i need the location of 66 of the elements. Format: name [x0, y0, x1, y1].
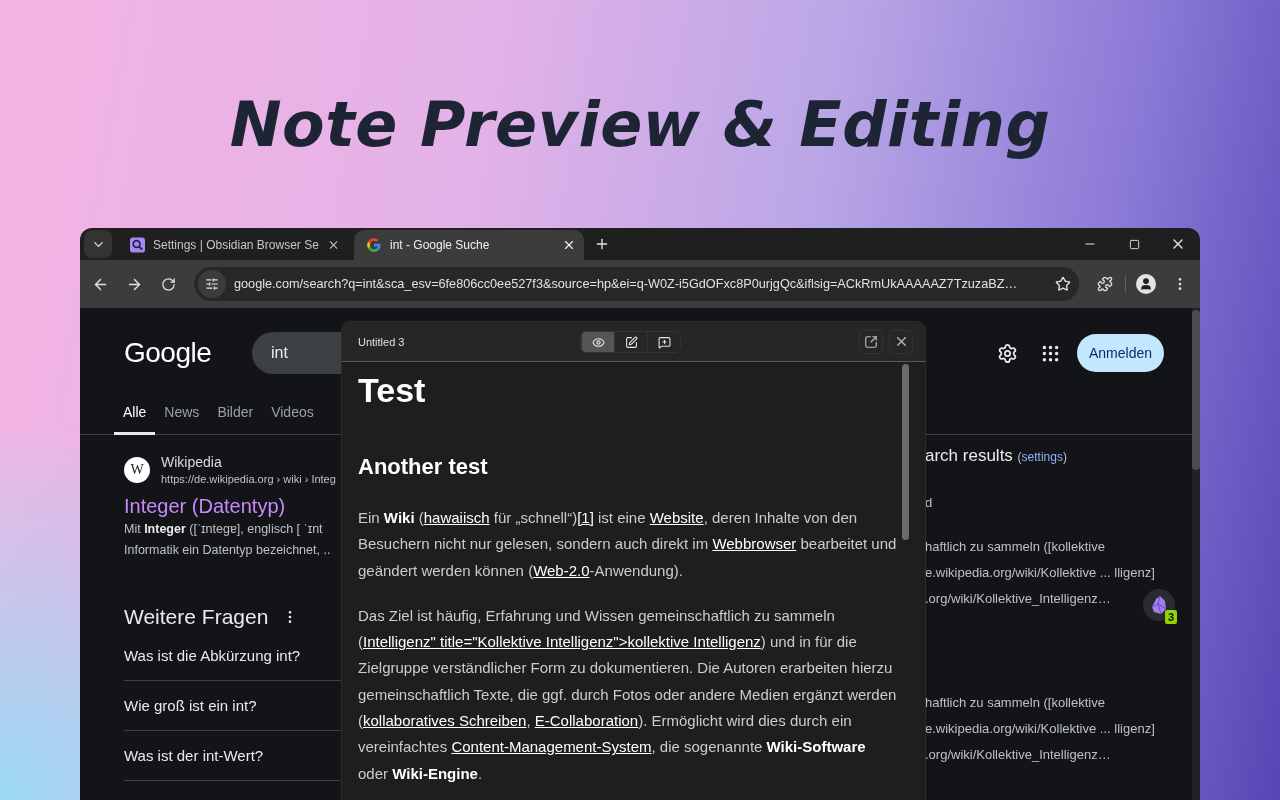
result-text: d — [925, 494, 933, 512]
sliders-icon — [205, 277, 219, 291]
scrollbar[interactable] — [1192, 308, 1200, 800]
result-text: haftlich zu sammeln ([kollektive — [925, 538, 1105, 556]
section-title: Weitere Fragen — [124, 604, 269, 630]
magnifier-favicon-icon — [130, 237, 145, 253]
count-badge: 3 — [1165, 610, 1178, 624]
result-title-link[interactable]: Integer (Datentyp) — [124, 493, 286, 519]
link[interactable]: kollaboratives Schreiben — [363, 712, 527, 730]
tab-search-button[interactable] — [84, 230, 112, 258]
sign-in-button[interactable]: Anmelden — [1076, 334, 1164, 372]
search-tab[interactable]: Videos — [262, 400, 323, 435]
crystal-icon — [1151, 595, 1167, 615]
close-button[interactable] — [889, 329, 913, 354]
result-url: https://de.wikipedia.org › wiki › Integ — [161, 472, 336, 487]
wikipedia-favicon-icon: W — [124, 457, 150, 483]
puzzle-icon — [1097, 276, 1113, 292]
floating-extension-button[interactable] — [1143, 589, 1175, 621]
browser-tab[interactable]: int - Google Suche — [354, 230, 584, 260]
headline: Note Preview & Editing — [228, 86, 1052, 163]
plus-icon — [594, 236, 610, 252]
search-tab[interactable]: Bilder — [208, 400, 263, 435]
paragraph: Ein Wiki (hawaiisch für „schnell“)[1] ist eine Website, deren Inhalte von den Besuchern nicht nur gelesen, sondern auch direkt im Webbrowser bearbeitet und geändert werden können (Web-2.0-Anwendung). — [358, 508, 898, 581]
settings-icon[interactable] — [996, 342, 1018, 364]
link[interactable]: [1] — [577, 509, 594, 526]
result-text: .org/wiki/Kollektive_Intelligenz… — [925, 590, 1111, 608]
note-title: Untitled 3 — [358, 335, 405, 348]
open-external-button[interactable] — [859, 329, 883, 354]
result-snippet: Informatik ein Datentyp bezeichnet, .. — [124, 542, 331, 559]
parenthesis: ( — [1017, 450, 1022, 464]
address-bar[interactable]: google.com/search?q=int&sca_esv=6fe806cc0ee527f3&source=hp&ei=q-W0Z-i5GdOFxc8P0urjgQc&iflsig=ACkRmUkAAAAAZ7TzuzaBZ… — [194, 267, 1079, 301]
paragraph: Das Ziel ist häufig, Erfahrung und Wissen gemeinschaftlich zu sammeln (Intelligenz" title="Kollektive Intelligenz">kollektive Intelligenz) und in für die Zielgruppe verständlicher Form zu dokumentieren. Die Autoren erarbeiten hierzu gemeinschaftlich Texte, die ggf. durch Fotos oder andere Medien ergänzt werden (kollaboratives Schreiben, E-Collaboration). Ermöglicht wird dies durch ein vereinfachtes Content-Management-System, die sogenannte Wiki-Software oder Wiki-Engine. — [358, 605, 898, 784]
browser-tab[interactable]: Settings | Obsidian Browser Se — [118, 230, 348, 260]
result-snippet: Mit Integer ([ˈɪntegɐ], englisch [ ˈɪnt — [124, 521, 323, 538]
result-text: e.wikipedia.org/wiki/Kollektive ... lligenz] — [925, 720, 1155, 738]
site-info-button[interactable] — [198, 270, 226, 298]
reload-icon — [160, 276, 176, 292]
link[interactable]: Intelligenz" title="Kollektive Intelligenz">kollektive Intelligenz — [363, 633, 761, 651]
google-favicon-icon — [366, 237, 382, 253]
link[interactable]: Content-Management-System — [451, 738, 652, 756]
link[interactable]: Web-2.0 — [533, 561, 590, 579]
link[interactable]: Website — [649, 509, 704, 526]
maximize-icon — [1128, 238, 1140, 250]
search-tab[interactable]: Alle — [114, 400, 156, 435]
mode-button[interactable] — [581, 332, 614, 352]
pencil-square-icon — [624, 335, 638, 349]
profile-avatar-icon — [1136, 274, 1156, 294]
result-text: haftlich zu sammeln ([kollektive — [925, 694, 1105, 712]
external-link-icon — [864, 334, 878, 349]
google-logo: Google — [124, 337, 213, 369]
note-heading: Test — [358, 370, 427, 411]
note-subheading: Another test — [358, 453, 489, 481]
comment-plus-icon — [657, 335, 671, 349]
result-site: Wikipedia — [161, 453, 223, 471]
result-text: .org/wiki/Kollektive_Intelligenz… — [925, 746, 1111, 764]
mode-button[interactable] — [647, 332, 680, 352]
eye-icon — [591, 335, 605, 349]
search-tab[interactable]: News — [155, 400, 209, 435]
close-icon[interactable] — [562, 238, 576, 252]
bookmark-star-icon[interactable] — [1055, 276, 1071, 292]
result-text: e.wikipedia.org/wiki/Kollektive ... lligenz] — [925, 564, 1155, 582]
side-heading: arch results — [925, 446, 1014, 465]
link[interactable]: E-Collaboration — [534, 712, 639, 730]
settings-link[interactable]: settings — [1021, 450, 1063, 464]
link[interactable]: Webbrowser — [712, 535, 797, 553]
parenthesis: ) — [1062, 450, 1067, 464]
